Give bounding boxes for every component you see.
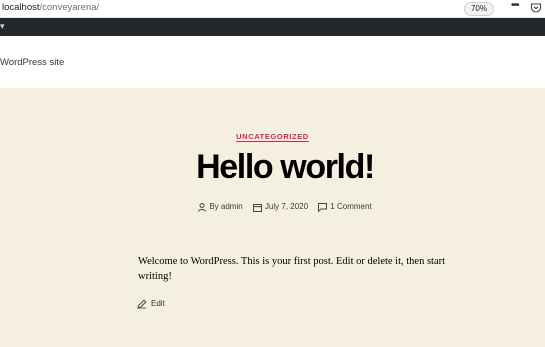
wp-admin-bar: ▾ [0, 18, 545, 36]
more-icon[interactable]: ••• [511, 0, 519, 11]
post-article: UNCATEGORIZED Hello world! By admin July… [0, 88, 545, 347]
browser-address-bar[interactable]: localhost/conveyarena/ 70% ••• [0, 0, 545, 18]
post-author: By admin [198, 202, 243, 212]
edit-label: Edit [151, 299, 165, 309]
post-title[interactable]: Hello world! [0, 148, 545, 187]
user-icon [198, 202, 207, 212]
site-description: WordPress site [0, 57, 65, 68]
site-header: WordPress site [0, 36, 545, 88]
post-date: July 7, 2020 [252, 202, 308, 212]
url-text[interactable]: localhost/conveyarena/ [2, 2, 99, 13]
post-meta: By admin July 7, 2020 1 Comment [0, 202, 545, 213]
pocket-icon[interactable] [530, 2, 542, 14]
post-content: Welcome to WordPress. This is your first… [138, 256, 446, 282]
comment-icon [318, 202, 328, 213]
calendar-icon [252, 203, 262, 212]
comments-link[interactable]: 1 Comment [330, 202, 371, 211]
zoom-level-button[interactable]: 70% [464, 2, 494, 16]
chevron-down-icon[interactable]: ▾ [0, 21, 5, 32]
edit-post-link[interactable]: Edit [137, 299, 165, 309]
post-category: UNCATEGORIZED [0, 126, 545, 144]
pencil-icon [137, 299, 147, 309]
category-link[interactable]: UNCATEGORIZED [236, 132, 309, 141]
date-link[interactable]: July 7, 2020 [265, 202, 308, 211]
author-link[interactable]: By admin [209, 202, 242, 211]
url-path: /conveyarena/ [39, 2, 100, 13]
post-comments: 1 Comment [318, 202, 372, 213]
url-host: localhost [2, 2, 40, 13]
